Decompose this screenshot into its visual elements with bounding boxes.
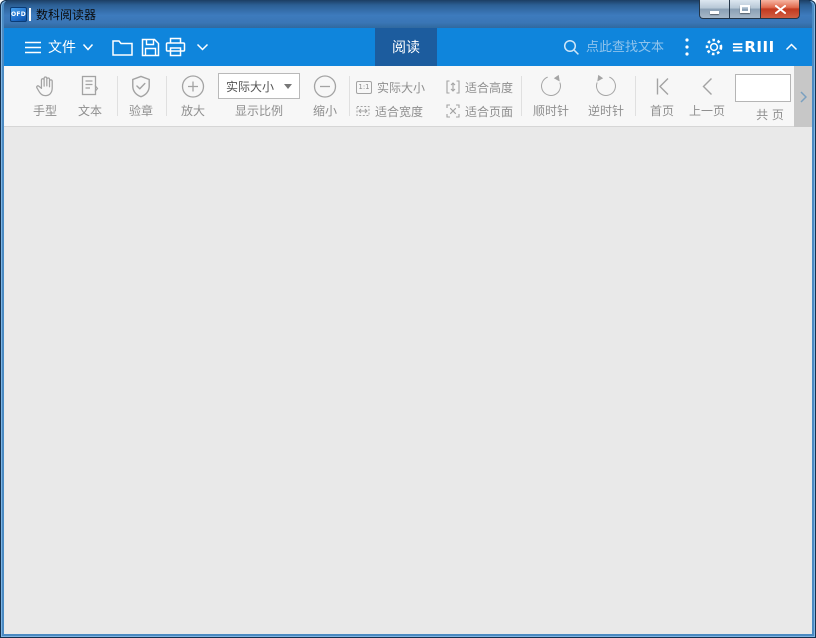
text-tool-label: 文本 bbox=[78, 102, 102, 119]
rotate-cw-label: 顺时针 bbox=[533, 102, 569, 119]
zoom-ratio-select[interactable]: 实际大小 bbox=[218, 73, 300, 99]
zoom-out-button[interactable]: 缩小 bbox=[313, 73, 338, 119]
zoom-ratio-value: 实际大小 bbox=[226, 78, 274, 95]
save-button[interactable] bbox=[138, 28, 162, 66]
actual-size-icon: 1:1 bbox=[356, 81, 372, 94]
page-number-input[interactable] bbox=[735, 74, 791, 102]
rotate-ccw-icon bbox=[594, 73, 618, 99]
hand-tool-label: 手型 bbox=[33, 102, 57, 119]
save-icon bbox=[141, 38, 160, 57]
zoom-ratio-label: 显示比例 bbox=[235, 102, 283, 119]
menubar: 文件 bbox=[4, 28, 812, 66]
fit-height-button[interactable]: 适合高度 bbox=[446, 75, 524, 99]
maximize-button[interactable] bbox=[730, 0, 761, 19]
fit-page-button[interactable]: 适合页面 bbox=[446, 99, 524, 123]
first-page-button[interactable]: 首页 bbox=[650, 73, 674, 119]
shield-check-icon bbox=[130, 73, 152, 99]
folder-open-icon bbox=[112, 39, 133, 56]
kebab-menu-icon bbox=[685, 38, 689, 56]
minimize-icon bbox=[710, 11, 719, 14]
total-pages-label: 共 页 bbox=[756, 106, 784, 123]
toolbar-separator bbox=[521, 76, 522, 116]
toolbar-separator bbox=[166, 76, 167, 116]
tab-read[interactable]: 阅读 bbox=[375, 28, 437, 66]
close-icon bbox=[775, 5, 786, 14]
file-menu-button[interactable]: 文件 bbox=[24, 28, 94, 66]
verify-seal-button[interactable]: 验章 bbox=[129, 73, 153, 119]
more-tools-dropdown[interactable] bbox=[192, 28, 212, 66]
zoom-ratio-control: 实际大小 显示比例 bbox=[218, 73, 300, 119]
close-button[interactable] bbox=[761, 0, 800, 19]
window-controls bbox=[699, 0, 800, 19]
fit-width-icon bbox=[356, 104, 370, 118]
text-tool-button[interactable]: 文本 bbox=[78, 73, 102, 119]
verify-seal-label: 验章 bbox=[129, 102, 153, 119]
minimize-button[interactable] bbox=[699, 0, 730, 19]
prev-page-button[interactable]: 上一页 bbox=[689, 73, 725, 119]
actual-size-button[interactable]: 1:1 实际大小 bbox=[356, 75, 436, 99]
search-icon[interactable] bbox=[563, 39, 580, 56]
zoom-in-label: 放大 bbox=[181, 102, 205, 119]
titlebar: OFD 数科阅读器 bbox=[4, 0, 812, 28]
hamburger-icon bbox=[24, 41, 42, 54]
gear-icon bbox=[704, 37, 724, 57]
chevron-up-icon bbox=[785, 43, 798, 51]
toolbar-expand-icon bbox=[800, 91, 807, 103]
search-input[interactable] bbox=[586, 40, 686, 55]
file-menu-label: 文件 bbox=[48, 37, 76, 57]
more-options-button[interactable] bbox=[680, 28, 694, 66]
brand-logo: ≡RIII bbox=[730, 28, 776, 66]
toolbar: 手型 文本 验章 bbox=[4, 66, 812, 127]
toolbar-expand-button[interactable] bbox=[794, 66, 812, 127]
app-window: OFD 数科阅读器 文件 bbox=[0, 0, 816, 638]
collapse-toolbar-button[interactable] bbox=[783, 28, 799, 66]
prev-page-label: 上一页 bbox=[689, 102, 725, 119]
brand-logo-text: ≡RIII bbox=[731, 38, 774, 56]
prev-page-icon bbox=[696, 73, 717, 99]
fit-width-label: 适合宽度 bbox=[375, 103, 423, 120]
chevron-down-icon bbox=[196, 43, 209, 51]
fit-page-label: 适合页面 bbox=[465, 103, 513, 120]
fit-options-group: 1:1 实际大小 适合高度 适合宽度 bbox=[356, 75, 524, 123]
toolbar-separator bbox=[117, 76, 118, 116]
app-ofd-icon: OFD bbox=[10, 7, 27, 22]
fit-height-icon bbox=[446, 80, 460, 94]
document-area bbox=[4, 127, 812, 634]
fit-page-icon bbox=[446, 104, 460, 118]
rotate-cw-icon bbox=[539, 73, 563, 99]
hand-icon bbox=[33, 73, 57, 99]
print-button[interactable] bbox=[162, 28, 188, 66]
first-page-label: 首页 bbox=[650, 102, 674, 119]
fit-height-label: 适合高度 bbox=[465, 79, 513, 96]
settings-button[interactable] bbox=[702, 28, 726, 66]
tab-read-label: 阅读 bbox=[392, 37, 420, 57]
search-box bbox=[563, 28, 686, 66]
hand-tool-button[interactable]: 手型 bbox=[33, 73, 57, 119]
app-icon-page-bar bbox=[29, 8, 31, 21]
maximize-icon bbox=[740, 5, 750, 13]
window-title: 数科阅读器 bbox=[36, 6, 96, 23]
actual-size-label: 实际大小 bbox=[377, 79, 425, 96]
select-caret-icon bbox=[284, 84, 292, 89]
toolbar-separator bbox=[635, 76, 636, 116]
toolbar-separator bbox=[349, 76, 350, 116]
zoom-in-icon bbox=[181, 73, 206, 99]
text-select-icon bbox=[79, 73, 101, 99]
rotate-clockwise-button[interactable]: 顺时针 bbox=[533, 73, 569, 119]
chevron-down-icon bbox=[82, 43, 94, 51]
zoom-in-button[interactable]: 放大 bbox=[181, 73, 206, 119]
open-file-button[interactable] bbox=[110, 28, 134, 66]
rotate-counterclockwise-button[interactable]: 逆时针 bbox=[588, 73, 624, 119]
zoom-out-icon bbox=[313, 73, 338, 99]
zoom-out-label: 缩小 bbox=[313, 102, 337, 119]
rotate-ccw-label: 逆时针 bbox=[588, 102, 624, 119]
print-icon bbox=[165, 37, 186, 57]
fit-width-button[interactable]: 适合宽度 bbox=[356, 99, 436, 123]
first-page-icon bbox=[651, 73, 672, 99]
